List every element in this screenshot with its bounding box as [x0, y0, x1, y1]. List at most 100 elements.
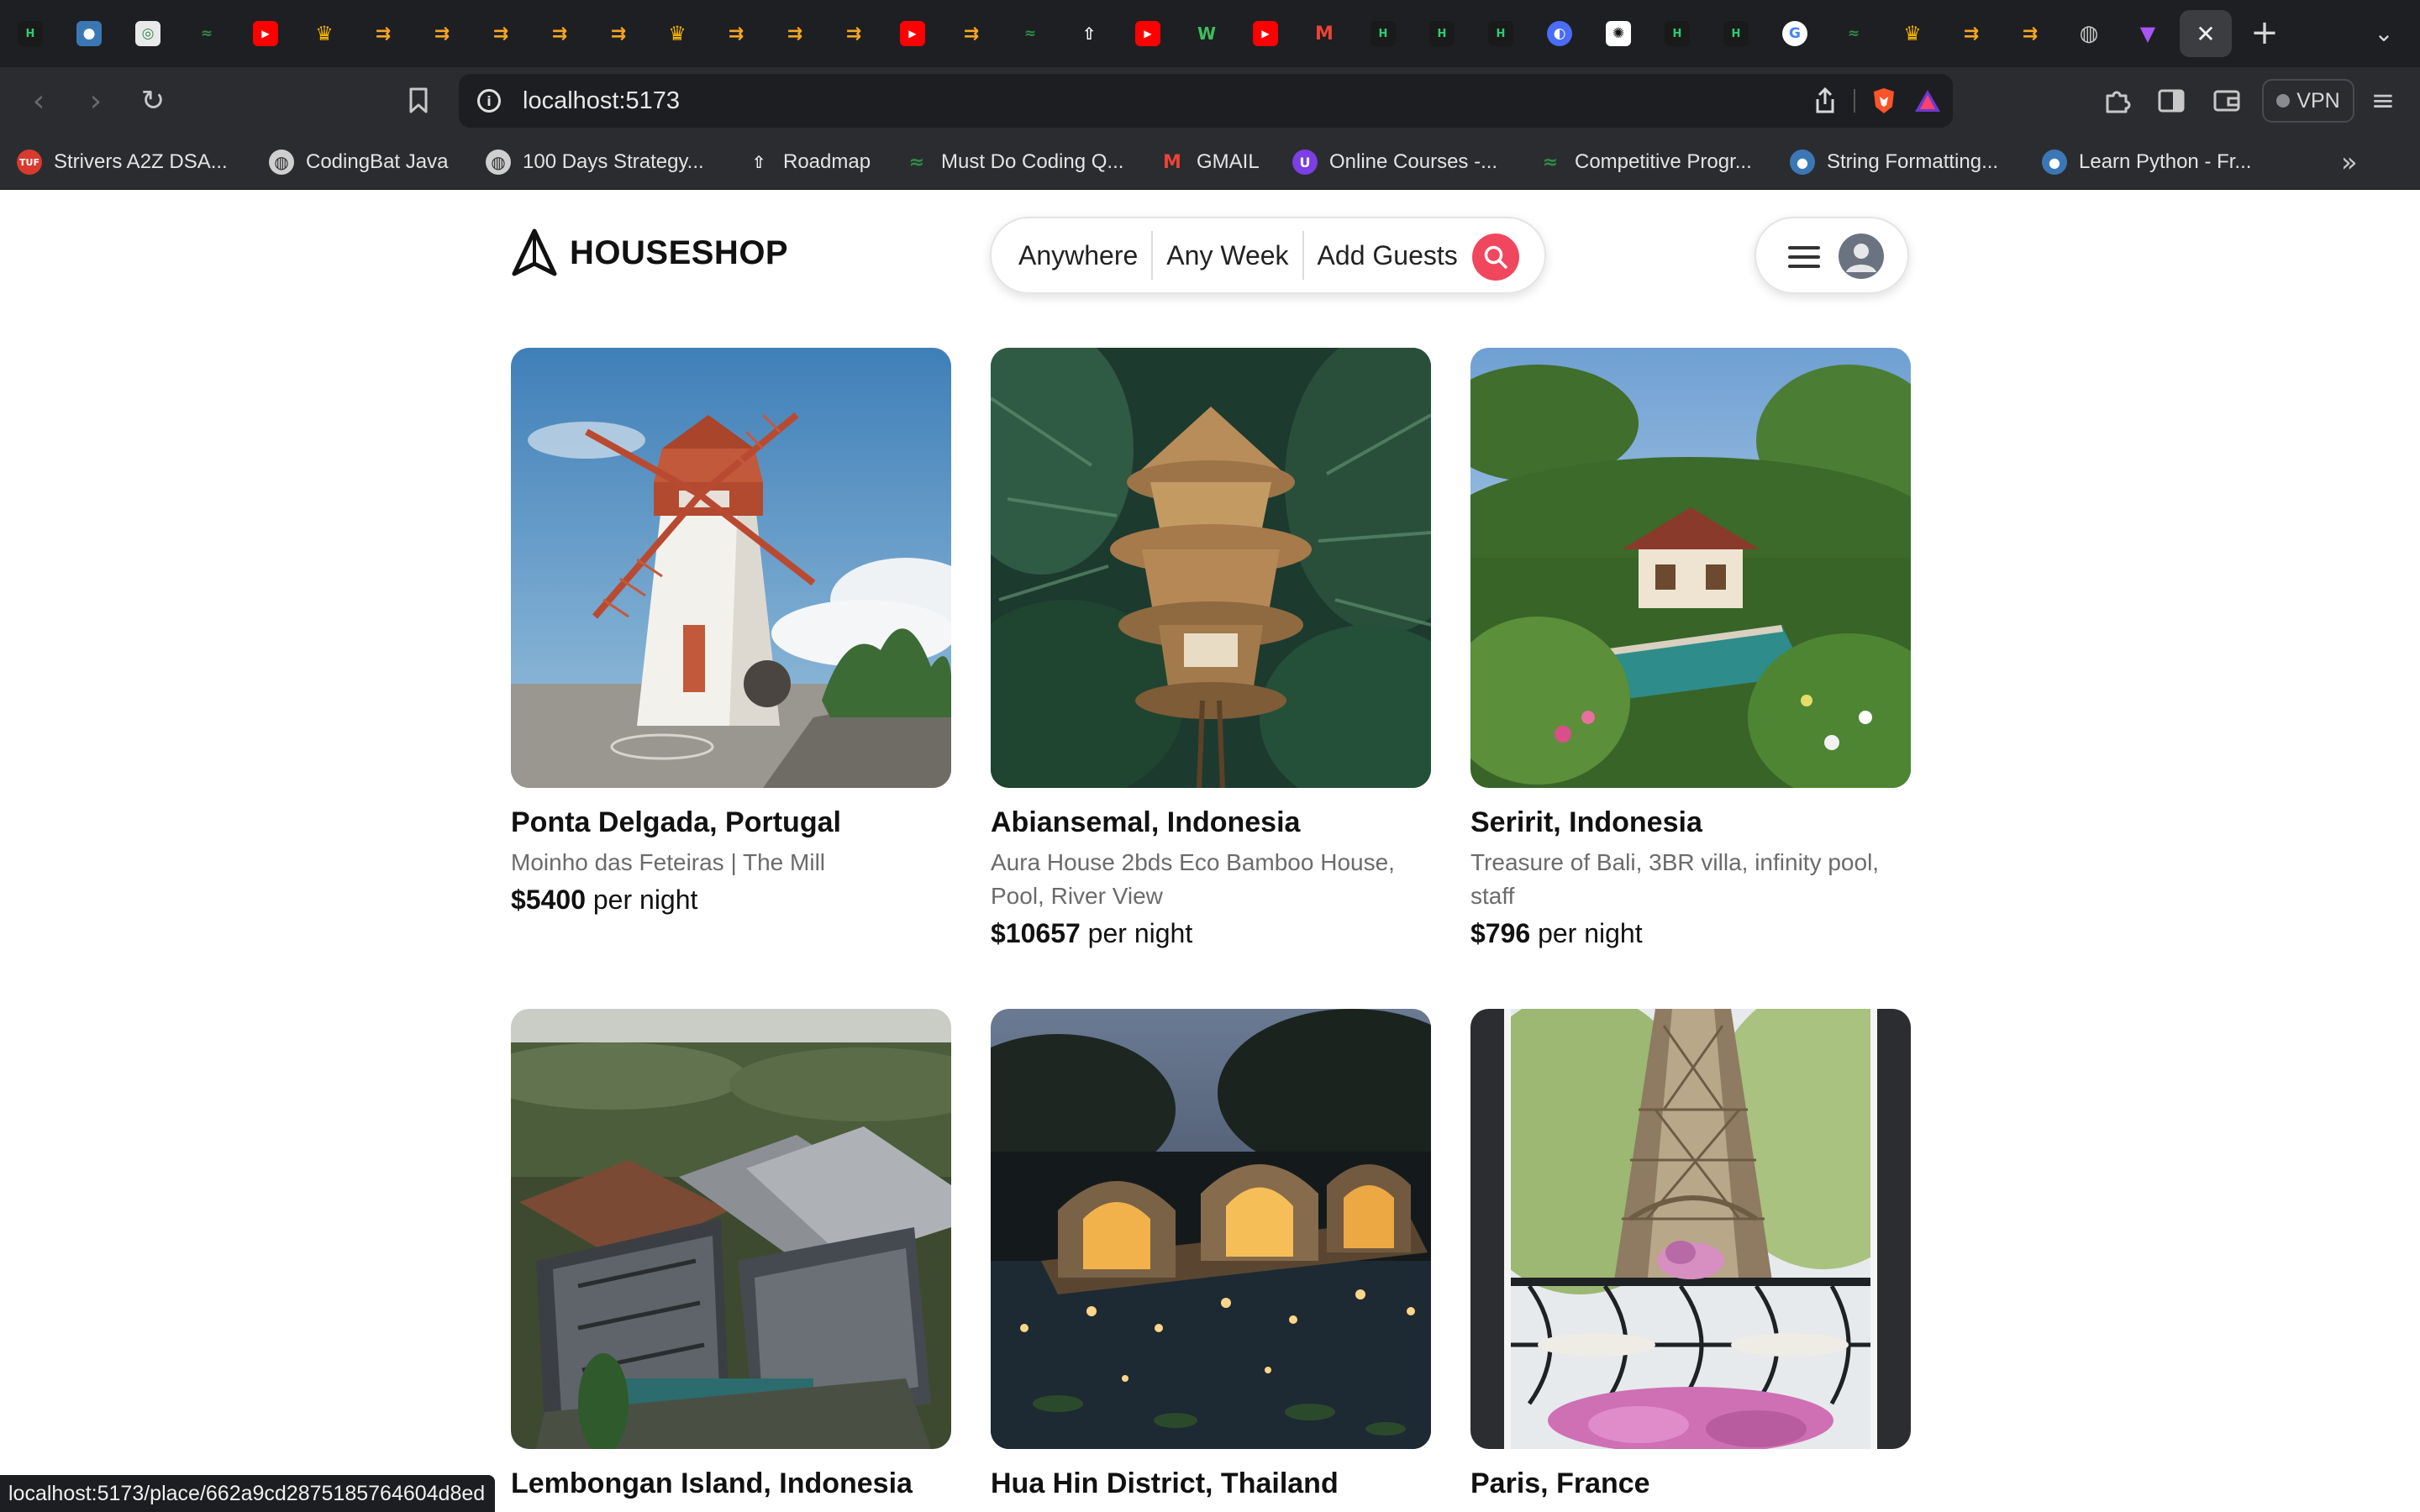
tab[interactable]: ♛ [1894, 15, 1931, 52]
listing-card[interactable]: Lembongan Island, Indonesia [511, 1009, 951, 1500]
bookmark-label: CodingBat Java [306, 150, 449, 173]
listing-photo[interactable] [1470, 1009, 1911, 1449]
omnibox-divider [1854, 89, 1855, 113]
search-guests[interactable]: Add Guests [1304, 240, 1471, 271]
search-where[interactable]: Anywhere [1018, 240, 1151, 271]
tab[interactable]: ⇉ [541, 15, 578, 52]
brand-logo[interactable]: HOUSESHOP [511, 228, 788, 277]
search-bar[interactable]: Anywhere Any Week Add Guests [990, 217, 1546, 294]
chevron-down-icon[interactable]: ⌄ [2363, 12, 2405, 54]
bookmark-item[interactable]: TUF Strivers A2Z DSA... [17, 146, 228, 178]
globe-icon: ◍ [2079, 21, 2099, 46]
tab[interactable]: ≈ [188, 15, 225, 52]
new-tab-button[interactable]: + [2244, 12, 2286, 54]
listing-photo[interactable] [511, 348, 951, 788]
url-text[interactable]: localhost:5173 [523, 87, 680, 115]
search-button[interactable] [1472, 234, 1519, 281]
tab[interactable]: ● [71, 15, 108, 52]
bookmark-item[interactable]: M GMAIL [1160, 146, 1260, 178]
bookmark-item[interactable]: ≈ Must Do Coding Q... [904, 146, 1124, 178]
gfg-H-icon: H [1665, 21, 1690, 46]
tab[interactable]: ⇉ [718, 15, 755, 52]
tab[interactable]: ⇉ [600, 15, 637, 52]
tab[interactable]: ◍ [2070, 15, 2107, 52]
search-when[interactable]: Any Week [1153, 240, 1302, 271]
wallet-icon[interactable] [2205, 79, 2249, 123]
listing-card[interactable]: Abiansemal, Indonesia Aura House 2bds Ec… [991, 348, 1431, 949]
tab[interactable]: ⇧ [1071, 15, 1107, 52]
tab[interactable]: W [1188, 15, 1225, 52]
tab[interactable]: ◎ [129, 15, 166, 52]
bookmark-item[interactable]: ◍ CodingBat Java [269, 146, 448, 178]
listing-price-row: $10657 per night [991, 918, 1431, 949]
google-icon: G [1782, 21, 1807, 46]
bookmark-item[interactable]: ◍ 100 Days Strategy... [486, 146, 704, 178]
tab[interactable]: ⇉ [2012, 15, 2049, 52]
listing-photo[interactable] [991, 1009, 1431, 1449]
share-icon[interactable] [1807, 82, 1844, 119]
user-icon [1846, 244, 1876, 272]
tab[interactable]: H [1718, 15, 1754, 52]
address-bar[interactable]: i localhost:5173 [459, 74, 1953, 128]
brave-shield-icon[interactable] [1865, 82, 1902, 119]
forward-button[interactable]: › [74, 79, 118, 123]
tab[interactable]: ▼ [2129, 15, 2166, 52]
tab[interactable]: H [1423, 15, 1460, 52]
bookmark-label: String Formatting... [1827, 150, 1999, 173]
tab[interactable]: ⇉ [835, 15, 872, 52]
listing-price-row: $796 per night [1470, 918, 1911, 949]
listing-card[interactable]: Seririt, Indonesia Treasure of Bali, 3BR… [1470, 348, 1911, 949]
listing-location: Seririt, Indonesia [1470, 806, 1702, 838]
bookmark-item[interactable]: U Online Courses -... [1292, 146, 1497, 178]
brave-rewards-icon[interactable] [1909, 82, 1946, 119]
sidebar-icon[interactable] [2149, 79, 2193, 123]
listing-photo[interactable] [511, 1009, 951, 1449]
active-tab[interactable]: ✕ [2180, 10, 2232, 57]
tab[interactable]: ⇉ [776, 15, 813, 52]
close-icon[interactable]: ✕ [2193, 20, 2218, 48]
tab[interactable]: G [1776, 15, 1813, 52]
tab[interactable]: ⇉ [953, 15, 990, 52]
tab[interactable]: H [12, 15, 49, 52]
tab[interactable]: H [1659, 15, 1696, 52]
bookmark-item[interactable]: ⇧ Roadmap [746, 146, 871, 178]
tab[interactable]: ⇉ [365, 15, 402, 52]
tab[interactable]: ♛ [659, 15, 696, 52]
bookmark-item[interactable]: ● String Formatting... [1790, 146, 1998, 178]
tab[interactable]: ▶ [247, 15, 284, 52]
listing-photo[interactable] [1470, 348, 1911, 788]
bookmark-item[interactable]: ● Learn Python - Fr... [2042, 146, 2251, 178]
extensions-icon[interactable] [2096, 79, 2139, 123]
bookmark-icon[interactable] [397, 79, 440, 123]
tab[interactable]: ♛ [306, 15, 343, 52]
tab[interactable]: M [1306, 15, 1343, 52]
tab[interactable]: H [1482, 15, 1519, 52]
tab[interactable]: ⇉ [424, 15, 460, 52]
code-icon: ⇉ [963, 23, 980, 45]
user-menu-button[interactable] [1754, 217, 1909, 294]
listing-card[interactable]: Hua Hin District, Thailand [991, 1009, 1431, 1500]
code-icon: ⇉ [434, 23, 450, 45]
bookmarks-overflow-icon[interactable]: » [2341, 146, 2358, 178]
bookmark-item[interactable]: ≈ Competitive Progr... [1538, 146, 1752, 178]
tab[interactable]: ⇉ [482, 15, 519, 52]
tab[interactable]: ▶ [1129, 15, 1166, 52]
tab[interactable]: ≈ [1835, 15, 1872, 52]
tab[interactable]: ≈ [1012, 15, 1049, 52]
tab[interactable]: ⇉ [1953, 15, 1990, 52]
listing-card[interactable]: Ponta Delgada, Portugal Moinho das Fetei… [511, 348, 951, 916]
tab[interactable]: ✺ [1600, 15, 1637, 52]
listing-photo[interactable] [991, 348, 1431, 788]
tab[interactable]: ◐ [1541, 15, 1578, 52]
vpn-button[interactable]: VPN [2262, 79, 2354, 123]
site-info-icon[interactable]: i [471, 82, 508, 119]
menu-icon[interactable]: ≡ [2361, 79, 2405, 123]
tab[interactable]: ▶ [894, 15, 931, 52]
brand-name: HOUSESHOP [570, 234, 789, 271]
listing-card[interactable]: Paris, France [1470, 1009, 1911, 1500]
back-button[interactable]: ‹ [17, 79, 60, 123]
tab[interactable]: H [1365, 15, 1402, 52]
reload-button[interactable]: ↻ [131, 79, 175, 123]
listing-location: Hua Hin District, Thailand [991, 1467, 1339, 1499]
tab[interactable]: ▶ [1247, 15, 1284, 52]
